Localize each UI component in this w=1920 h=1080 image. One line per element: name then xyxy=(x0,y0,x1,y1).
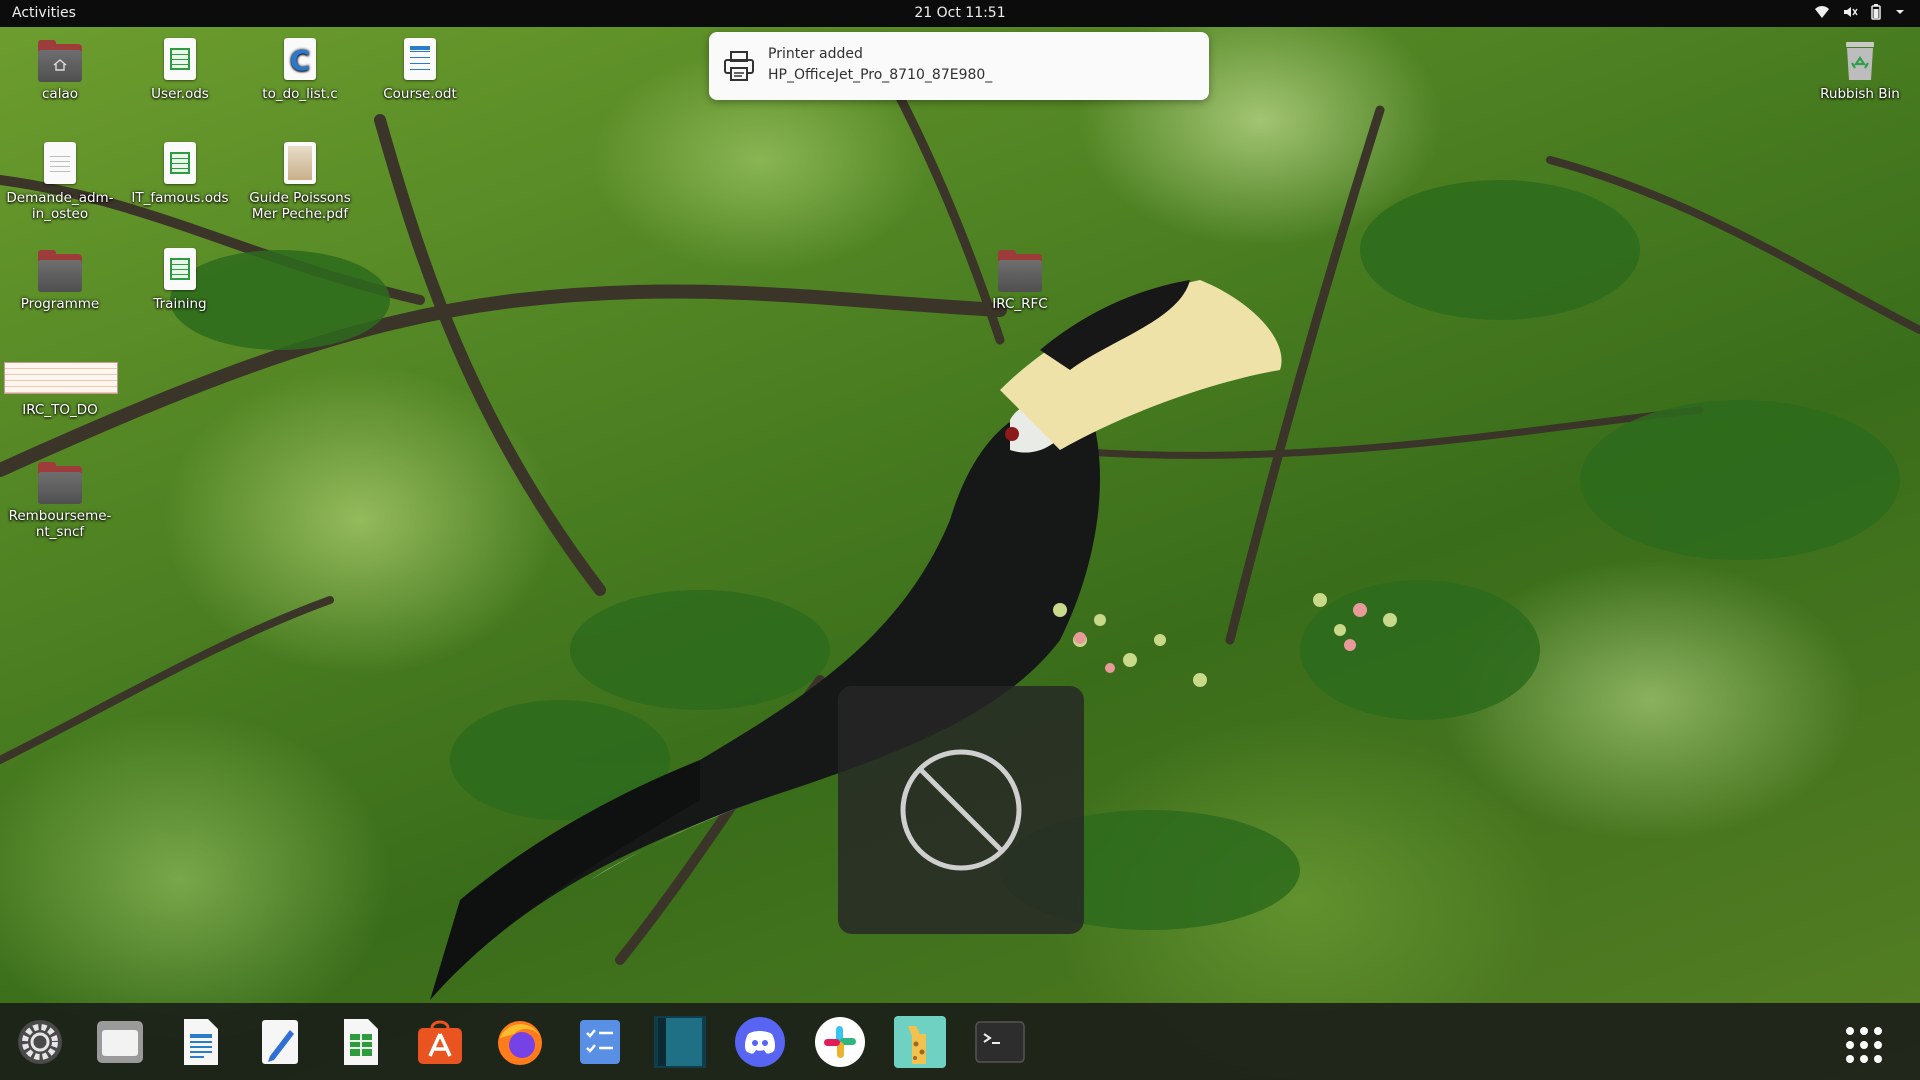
writer-app-icon[interactable] xyxy=(174,1016,226,1068)
tasks-app-icon[interactable] xyxy=(574,1016,626,1068)
dock xyxy=(0,1003,1920,1080)
text-editor-app-icon[interactable] xyxy=(254,1016,306,1068)
spreadsheet-icon xyxy=(156,246,204,294)
folder-icon xyxy=(36,246,84,294)
desktop-icon-programme[interactable]: Programme xyxy=(0,246,120,312)
trash-icon xyxy=(1836,36,1884,84)
show-applications-icon[interactable] xyxy=(1846,1027,1882,1063)
desktop-icon-demande[interactable]: Demande_adm-in_osteo xyxy=(0,140,120,222)
desktop-icon-label: Training xyxy=(153,296,207,312)
spreadsheet-icon xyxy=(156,140,204,188)
clock[interactable]: 21 Oct 11:51 xyxy=(0,5,1920,21)
desktop-icon-label: Programme xyxy=(20,296,100,312)
settings-app-icon[interactable] xyxy=(14,1016,66,1068)
notification-title: Printer added xyxy=(768,46,863,62)
folder-icon xyxy=(36,458,84,506)
desktop-icon-label: User.ods xyxy=(151,86,209,102)
desktop-icon-label: IRC_RFC xyxy=(992,296,1048,312)
text-document-icon xyxy=(396,36,444,84)
desktop-icon-label: Course.odt xyxy=(383,86,457,102)
desktop-icon-label: to_do_list.c xyxy=(262,86,338,102)
volume-muted-icon xyxy=(1842,4,1858,20)
giraffe-app-icon[interactable] xyxy=(894,1016,946,1068)
system-status-area[interactable] xyxy=(1814,4,1906,20)
desktop-icon-label: IT_famous.ods xyxy=(131,190,229,206)
printer-icon xyxy=(721,48,757,84)
spreadsheet-icon xyxy=(156,36,204,84)
desktop-icon-training[interactable]: Training xyxy=(120,246,240,312)
desktop-icon-guide-pdf[interactable]: Guide Poissons Mer Peche.pdf xyxy=(240,140,360,222)
desktop-icon-rubbish-bin[interactable]: Rubbish Bin xyxy=(1800,36,1920,102)
desktop-icon-remboursement[interactable]: Rembourseme-nt_sncf xyxy=(0,458,120,540)
on-screen-display xyxy=(838,686,1084,934)
desktop-icon-course-odt[interactable]: Course.odt xyxy=(360,36,480,102)
desktop-icon-label: Demande_adm-in_osteo xyxy=(6,190,114,222)
wifi-icon xyxy=(1814,4,1830,20)
pdf-icon xyxy=(276,140,324,188)
c-source-icon: C xyxy=(276,36,324,84)
desktop-icon-label: calao xyxy=(42,86,78,102)
ubuntu-software-app-icon[interactable] xyxy=(414,1016,466,1068)
desktop-icon-it-famous[interactable]: IT_famous.ods xyxy=(120,140,240,206)
desktop-icon-label: IRC_TO_DO xyxy=(22,402,98,418)
desktop-icon-to-do-list[interactable]: C to_do_list.c xyxy=(240,36,360,102)
slack-app-icon[interactable] xyxy=(814,1016,866,1068)
home-folder-icon xyxy=(36,36,84,84)
chevron-down-icon xyxy=(1894,4,1906,20)
desktop-icon-irc-to-do[interactable]: IRC_TO_DO xyxy=(0,352,120,418)
desktop-icon-label: Guide Poissons Mer Peche.pdf xyxy=(249,190,351,222)
printer-added-notification[interactable]: Printer added HP_OfficeJet_Pro_8710_87E9… xyxy=(709,32,1209,100)
notification-body: HP_OfficeJet_Pro_8710_87E980_ xyxy=(768,67,993,83)
discord-app-icon[interactable] xyxy=(734,1016,786,1068)
no-entry-icon xyxy=(900,749,1022,871)
desktop-icon-label: Rubbish Bin xyxy=(1820,86,1900,102)
desktop-icon-irc-rfc[interactable]: IRC_RFC xyxy=(960,246,1080,312)
image-thumbnail-icon xyxy=(4,352,118,400)
desktop-icon-home[interactable]: calao xyxy=(0,36,120,102)
terminal-app-icon[interactable] xyxy=(974,1016,1026,1068)
desktop-icon-user-ods[interactable]: User.ods xyxy=(120,36,240,102)
top-bar: Activities 21 Oct 11:51 xyxy=(0,0,1920,27)
battery-icon xyxy=(1870,4,1882,20)
calc-app-icon[interactable] xyxy=(334,1016,386,1068)
firefox-app-icon[interactable] xyxy=(494,1016,546,1068)
vscodium-app-icon[interactable] xyxy=(654,1016,706,1068)
files-app-icon[interactable] xyxy=(94,1016,146,1068)
desktop-icon-label: Rembourseme-nt_sncf xyxy=(8,508,112,540)
document-icon xyxy=(36,140,84,188)
folder-icon xyxy=(996,246,1044,294)
